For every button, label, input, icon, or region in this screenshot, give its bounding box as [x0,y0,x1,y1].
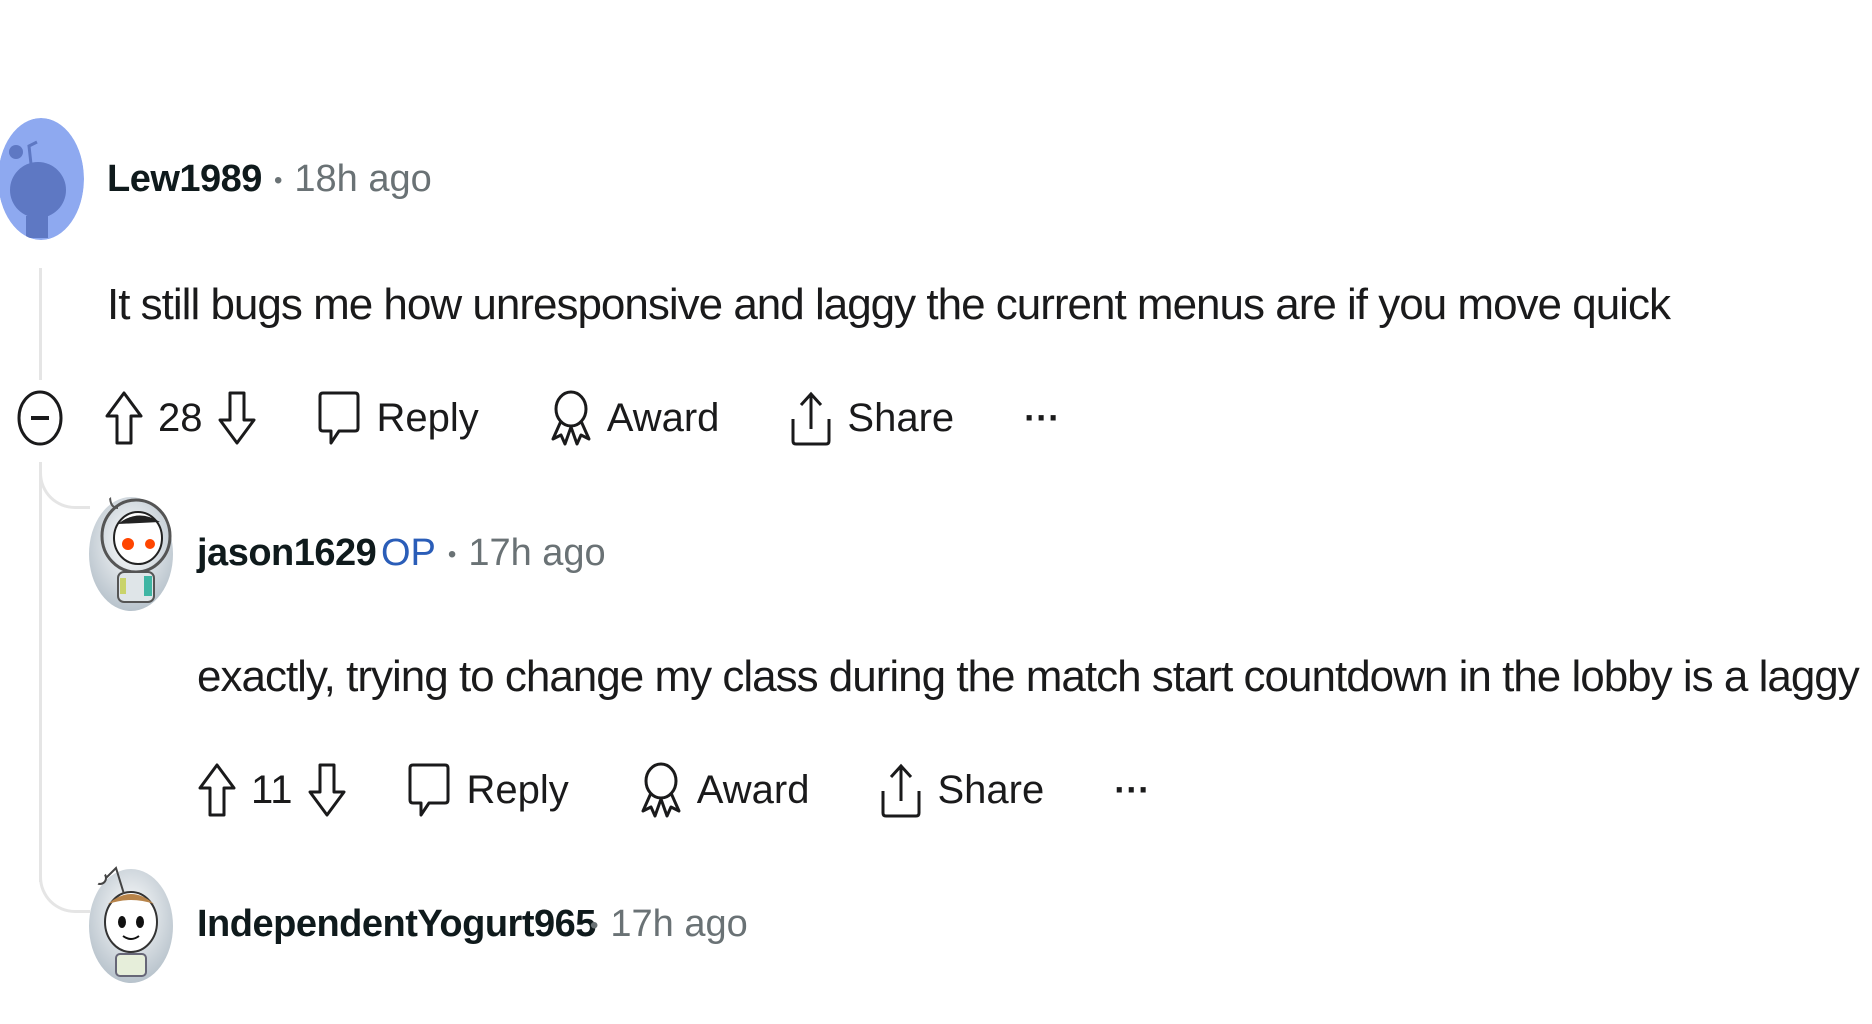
upvote-button[interactable] [104,390,144,446]
downvote-icon [308,763,346,817]
vote-count: 11 [251,767,293,812]
timestamp[interactable]: 17h ago [468,532,605,574]
avatar[interactable] [0,118,84,240]
comment-body: It still bugs me how unresponsive and la… [107,280,1671,329]
upvote-button[interactable] [197,762,237,818]
share-icon [881,763,921,818]
reply-button[interactable]: Reply [407,762,569,818]
thread-connector [39,462,90,509]
separator: • [274,166,283,194]
more-options-button[interactable]: ··· [1024,397,1060,439]
avatar[interactable] [88,490,174,612]
vote-count: 28 [158,395,203,440]
timestamp[interactable]: 18h ago [294,158,431,200]
award-button[interactable]: Award [639,761,810,819]
award-icon [551,390,591,446]
more-options-button[interactable]: ··· [1114,769,1150,811]
snoo-avatar-icon [89,866,173,983]
comment-icon [408,763,450,817]
separator: • [590,911,599,939]
downvote-button[interactable] [307,762,347,818]
collapse-button[interactable] [16,389,64,447]
comment-meta: • 17h ago [578,903,748,946]
snoo-avatar-icon [0,118,84,240]
username[interactable]: Lew1989 [107,158,262,201]
downvote-button[interactable] [217,390,257,446]
comment-actions: 28 Reply Award Share ··· [16,388,1060,448]
snoo-astronaut-avatar-icon [89,495,173,611]
thread-line[interactable] [39,268,42,380]
reply-label: Reply [466,767,569,812]
share-label: Share [937,767,1045,812]
comment-body: exactly, trying to change my class durin… [197,652,1872,701]
upvote-icon [198,763,236,817]
reply-button[interactable]: Reply [317,390,479,446]
downvote-icon [218,391,255,445]
comment-meta: OP • 17h ago [381,532,606,575]
comment-icon [318,391,359,445]
reply-label: Reply [376,395,479,440]
award-icon [641,762,681,818]
award-label: Award [696,767,810,812]
share-button[interactable]: Share [789,389,954,447]
award-label: Award [606,395,720,440]
share-icon [791,391,831,446]
share-button[interactable]: Share [879,761,1044,819]
op-badge: OP [381,532,436,574]
upvote-icon [105,391,143,445]
thread-connector [39,840,90,913]
collapse-icon [17,390,63,446]
comment-meta: • 18h ago [262,158,432,201]
username[interactable]: jason1629 [197,532,377,575]
award-button[interactable]: Award [549,389,720,447]
separator: • [447,540,457,568]
thread-line[interactable] [39,462,42,882]
avatar[interactable] [88,862,174,984]
share-label: Share [847,395,955,440]
comment-actions: 11 Reply Award Share ··· [197,760,1150,820]
timestamp[interactable]: 17h ago [610,903,747,945]
username[interactable]: IndependentYogurt965 [197,903,596,946]
